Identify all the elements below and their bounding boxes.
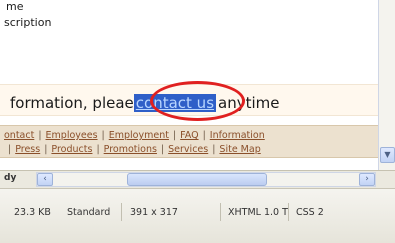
contact-us-link[interactable]: contact us xyxy=(133,94,217,112)
nav-row-2: | Press | Products | Promotions | Services | Site… xyxy=(4,144,261,155)
doctype-status[interactable]: XHTML 1.0 T xyxy=(228,207,288,218)
vertical-scrollbar[interactable]: ▼ xyxy=(378,0,395,170)
paragraph-text-suffix: anytime xyxy=(218,94,280,112)
status-divider xyxy=(220,203,221,221)
nav-link-promotions[interactable]: Promotions xyxy=(104,144,157,155)
chevron-down-icon: ▼ xyxy=(384,150,391,159)
nav-row-1: ontact | Employees | Employment | FAQ | Informat… xyxy=(4,130,265,141)
body-tag-selector[interactable]: dy xyxy=(4,173,16,183)
nav-link-site-map[interactable]: Site Map xyxy=(219,144,260,155)
nav-separator: | xyxy=(44,144,48,155)
nav-separator: | xyxy=(172,130,177,141)
footer-navigation: ontact | Employees | Employment | FAQ | Informat… xyxy=(0,125,378,158)
chevron-right-icon: › xyxy=(365,174,369,184)
nav-link-services[interactable]: Services xyxy=(168,144,208,155)
document-editor[interactable]: me scription formation, pleae contact us… xyxy=(0,0,378,170)
nav-separator: | xyxy=(212,144,216,155)
document-text-line-2: scription xyxy=(4,16,52,29)
nav-link-faq[interactable]: FAQ xyxy=(180,130,198,141)
paragraph-text-partial: e xyxy=(124,94,134,112)
contact-paragraph: formation, pleae contact us anytime xyxy=(0,84,378,116)
document-text-line-1: me xyxy=(6,0,24,13)
status-divider xyxy=(288,203,289,221)
nav-link-information[interactable]: Information xyxy=(210,130,265,141)
connection-speed-status[interactable]: Standard xyxy=(67,207,110,218)
css-version-status: CSS 2 xyxy=(296,207,324,218)
nav-link-employees[interactable]: Employees xyxy=(46,130,98,141)
window-size-status[interactable]: 391 x 317 xyxy=(130,207,178,218)
nav-separator: | xyxy=(160,144,165,155)
nav-separator: | xyxy=(101,130,105,141)
nav-separator: | xyxy=(38,130,42,141)
chevron-left-icon: ‹ xyxy=(43,174,47,184)
nav-link-employment[interactable]: Employment xyxy=(109,130,169,141)
status-bar: 23.3 KB Standard 391 x 317 XHTML 1.0 T C… xyxy=(0,188,395,243)
scroll-down-button[interactable]: ▼ xyxy=(380,147,395,163)
paragraph-text-prefix: formation, plea xyxy=(10,94,125,112)
nav-separator: | xyxy=(8,144,12,155)
nav-separator: | xyxy=(202,130,206,141)
nav-link-press[interactable]: Press xyxy=(15,144,40,155)
nav-separator: | xyxy=(96,144,100,155)
horizontal-scrollbar[interactable]: ‹ › xyxy=(36,172,376,187)
scroll-left-button[interactable]: ‹ xyxy=(37,173,53,186)
horizontal-scroll-thumb[interactable] xyxy=(127,173,267,186)
status-divider xyxy=(121,203,122,221)
nav-link-contact[interactable]: ontact xyxy=(4,130,34,141)
nav-link-products[interactable]: Products xyxy=(51,144,92,155)
file-size-status: 23.3 KB xyxy=(14,207,51,218)
scroll-right-button[interactable]: › xyxy=(359,173,375,186)
